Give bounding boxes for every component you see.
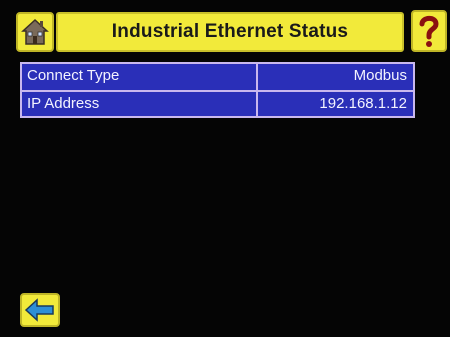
table-row: Connect Type Modbus [22,64,413,90]
title-bar: Industrial Ethernet Status [56,12,404,52]
table-row: IP Address 192.168.1.12 [22,90,413,116]
page-title: Industrial Ethernet Status [111,21,349,42]
ip-address-value: 192.168.1.12 [258,92,413,116]
device-screen: Industrial Ethernet Status Connect Type … [0,0,450,337]
back-arrow-icon [24,298,54,322]
status-table: Connect Type Modbus IP Address 192.168.1… [20,62,415,118]
connect-type-value: Modbus [258,64,413,90]
back-button[interactable] [20,293,60,327]
connect-type-label: Connect Type [22,64,258,90]
ip-address-label: IP Address [22,92,258,116]
home-button[interactable] [16,12,54,52]
help-button[interactable] [411,10,447,52]
home-icon [21,18,49,45]
help-question-icon [419,15,439,47]
